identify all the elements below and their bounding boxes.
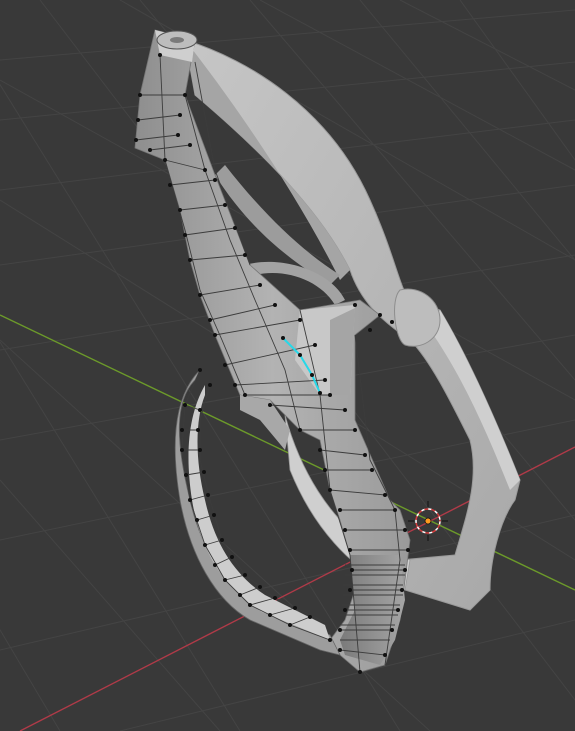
viewport-canvas[interactable] <box>0 0 575 731</box>
3d-viewport[interactable] <box>0 0 575 731</box>
object-origin-icon <box>424 517 432 525</box>
